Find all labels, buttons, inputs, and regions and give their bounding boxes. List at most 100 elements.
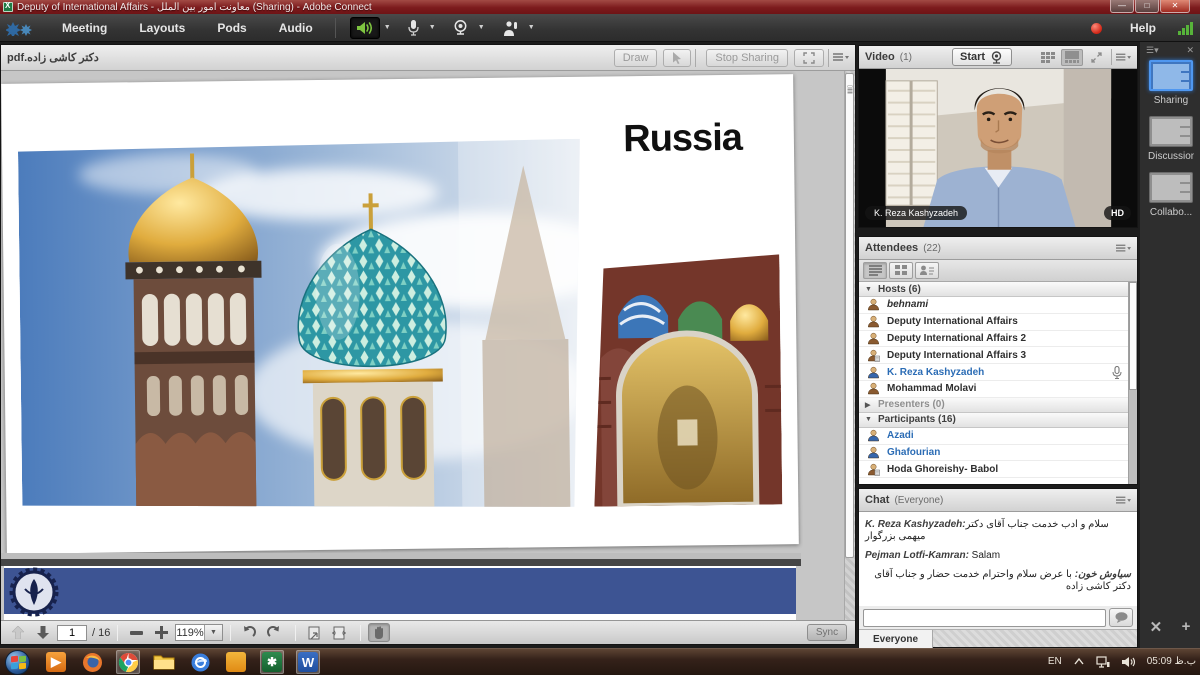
close-button[interactable]: ✕	[1160, 0, 1190, 13]
webcam-video: K. Reza Kashyzadeh HD	[859, 69, 1137, 227]
webcam-dropdown[interactable]: ▼	[475, 17, 488, 39]
pod-menu-icon[interactable]	[1116, 53, 1131, 62]
fit-page-icon[interactable]	[303, 623, 325, 642]
pod-menu-icon[interactable]	[833, 53, 849, 62]
start-button[interactable]	[5, 650, 30, 675]
send-message-icon	[1115, 612, 1128, 623]
share-pod: دکتر کاشی زاده.pdf Draw Stop Sharing Rus…	[0, 44, 856, 645]
internet-explorer-icon[interactable]	[188, 650, 212, 674]
word-icon[interactable]: W	[296, 650, 320, 674]
divider	[117, 625, 118, 641]
attendee-avatar-icon	[867, 446, 880, 459]
firefox-icon[interactable]	[80, 650, 104, 674]
zoom-level-select[interactable]: 119%▼	[175, 624, 223, 641]
fit-width-icon[interactable]	[328, 623, 350, 642]
scrollbar-thumb[interactable]	[845, 73, 854, 558]
scrollbar-thumb[interactable]	[1129, 282, 1137, 390]
zoom-in-icon[interactable]	[150, 623, 172, 642]
section-hosts[interactable]: ▼Hosts (6)	[859, 282, 1137, 297]
add-layout-icon[interactable]: +	[1182, 618, 1191, 636]
draw-button[interactable]: Draw	[614, 49, 658, 67]
chrome-icon[interactable]	[116, 650, 140, 674]
attendee-row[interactable]: Deputy International Affairs 3	[859, 347, 1137, 364]
section-presenters[interactable]: ▶Presenters (0)	[859, 398, 1137, 413]
breakout-view-icon[interactable]	[915, 262, 939, 279]
slide-page-1: Russia	[1, 74, 799, 554]
attendee-row[interactable]: Deputy International Affairs 2	[859, 331, 1137, 348]
media-player-icon[interactable]: ▶	[44, 650, 68, 674]
maximize-button[interactable]: □	[1135, 0, 1159, 13]
rail-close-icon[interactable]: ✕	[1186, 45, 1194, 56]
attendee-row[interactable]: Deputy International Affairs	[859, 314, 1137, 331]
grid-view-icon[interactable]	[1037, 49, 1059, 66]
attendee-row[interactable]: Mohammad Molavi	[859, 381, 1137, 398]
zoom-out-icon[interactable]	[125, 623, 147, 642]
adobe-connect-icon[interactable]: ✱	[260, 650, 284, 674]
chat-sender: Pejman Lotfi-Kamran:	[865, 550, 969, 561]
minimize-button[interactable]: —	[1110, 0, 1134, 13]
menu-pods[interactable]: Pods	[201, 14, 262, 42]
tab-everyone[interactable]: Everyone	[859, 630, 933, 648]
fullscreen-icon[interactable]	[1085, 49, 1107, 66]
stop-sharing-button[interactable]: Stop Sharing	[706, 49, 788, 67]
attendees-scrollbar[interactable]	[1128, 282, 1137, 484]
notes-app-icon[interactable]	[224, 650, 248, 674]
raise-hand-dropdown[interactable]: ▼	[525, 17, 538, 39]
page-down-icon[interactable]	[32, 623, 54, 642]
hand-tool-icon[interactable]	[368, 623, 390, 642]
filmstrip-view-icon[interactable]	[1061, 49, 1083, 66]
delete-layout-icon[interactable]: ✕	[1150, 618, 1163, 636]
pod-menu-icon[interactable]	[1116, 244, 1131, 253]
document-scrollbar[interactable]	[844, 71, 855, 622]
webcam-button[interactable]	[447, 17, 474, 39]
layout-item-discussion[interactable]: Discussion	[1148, 116, 1194, 162]
menu-audio[interactable]: Audio	[263, 14, 329, 42]
shared-document-title: دکتر کاشی زاده.pdf	[7, 51, 99, 64]
speaker-dropdown[interactable]: ▼	[381, 17, 394, 39]
send-message-button[interactable]	[1109, 608, 1133, 627]
fullscreen-button[interactable]	[794, 49, 824, 67]
page-up-icon[interactable]	[7, 623, 29, 642]
attendee-row[interactable]: Ghafourian	[859, 445, 1137, 462]
layout-item-sharing[interactable]: Sharing	[1148, 60, 1194, 106]
layout-thumbnail[interactable]	[1149, 172, 1193, 203]
layout-thumbnail[interactable]	[1149, 116, 1193, 147]
grid-view-icon[interactable]	[889, 262, 913, 279]
layout-item-collabo[interactable]: Collabo...	[1148, 172, 1194, 218]
rotate-cw-icon[interactable]	[263, 623, 285, 642]
section-participants[interactable]: ▼Participants (16)	[859, 413, 1137, 428]
document-view: Russia	[1, 71, 855, 622]
attendee-avatar-icon	[867, 463, 880, 476]
attendee-row[interactable]: behnami	[859, 297, 1137, 314]
tray-language[interactable]: EN	[1048, 656, 1062, 667]
attendee-row[interactable]: Azadi	[859, 428, 1137, 445]
tray-clock[interactable]: ب.ظ 05:09	[1147, 656, 1196, 667]
video-pod-title: Video	[865, 51, 895, 63]
help-menu[interactable]: Help	[1130, 21, 1156, 35]
rotate-ccw-icon[interactable]	[238, 623, 260, 642]
list-view-icon[interactable]	[863, 262, 887, 279]
network-icon[interactable]	[1096, 656, 1110, 668]
file-explorer-icon[interactable]	[152, 650, 176, 674]
attendee-row[interactable]: K. Reza Kashyzadeh	[859, 364, 1137, 381]
microphone-dropdown[interactable]: ▼	[426, 17, 439, 39]
menu-meeting[interactable]: Meeting	[46, 14, 123, 42]
divider	[828, 49, 829, 67]
pointer-button[interactable]	[663, 49, 691, 67]
rail-menu-icon[interactable]: ☰▾	[1146, 45, 1159, 56]
menu-layouts[interactable]: Layouts	[123, 14, 201, 42]
pod-menu-icon[interactable]	[1116, 496, 1131, 505]
speaker-button[interactable]	[350, 17, 380, 39]
raise-hand-button[interactable]	[496, 17, 524, 39]
sync-button[interactable]: Sync	[807, 624, 847, 641]
adobe-connect-logo	[6, 20, 36, 36]
chevron-down-icon[interactable]: ▼	[204, 625, 223, 640]
start-webcam-button[interactable]: Start	[952, 48, 1012, 66]
page-number-input[interactable]	[57, 625, 87, 641]
microphone-button[interactable]	[402, 17, 425, 39]
attendee-row[interactable]: Hoda Ghoreishy- Babol	[859, 461, 1137, 478]
volume-icon[interactable]	[1122, 656, 1135, 668]
hidden-icons-arrow[interactable]	[1074, 658, 1084, 665]
layout-thumbnail[interactable]	[1149, 60, 1193, 91]
chat-input[interactable]	[863, 609, 1106, 627]
